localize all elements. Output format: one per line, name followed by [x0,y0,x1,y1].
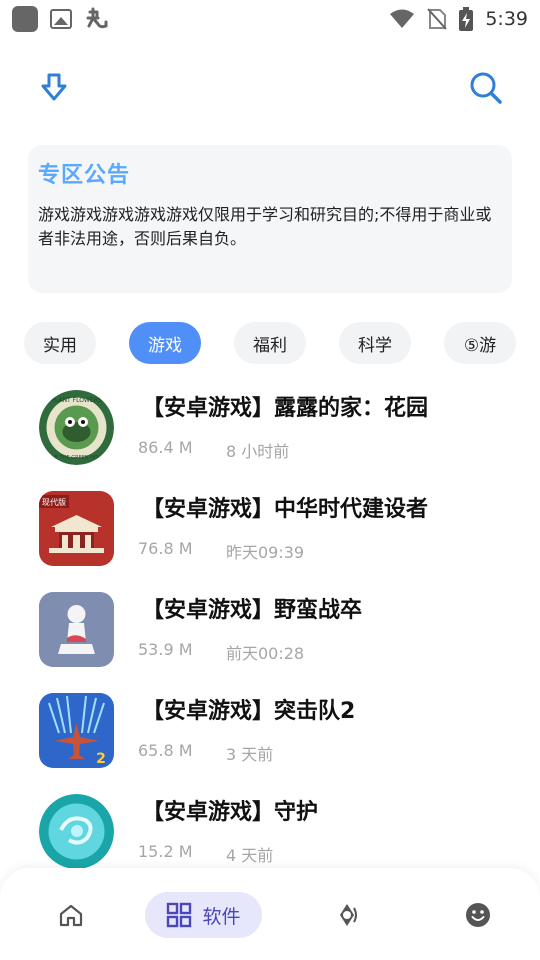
plant-flowers-icon: PLANT FLOWERS LOVE THE GREEN HOUSE [39,390,114,465]
fighter-plane-icon: 2 [39,693,114,768]
list-item[interactable]: 【安卓游戏】野蛮战卒 53.9 M 前天00:28 [0,582,540,683]
announcement-card: 专区公告 游戏游戏游戏游戏游戏仅限用于学习和研究目的;不得用于商业或者非法用途，… [28,145,512,293]
clock: 5:39 [485,8,528,30]
app-title: 【安卓游戏】突击队2 [142,699,356,724]
image-notification-icon [50,9,72,29]
category-tab-science[interactable]: 科学 [339,322,411,364]
smiley-icon [466,903,490,927]
app-time: 4 天前 [226,846,274,865]
svg-text:LOVE THE GREEN HOUSE: LOVE THE GREEN HOUSE [45,455,108,461]
nav-discover-button[interactable] [324,892,370,938]
app-title: 【安卓游戏】守护 [142,800,319,825]
app-title: 【安卓游戏】露露的家：花园 [142,396,429,421]
category-tab-games[interactable]: 游戏 [129,322,201,364]
svg-text:PLANT FLOWERS: PLANT FLOWERS [51,397,101,404]
svg-text:2: 2 [96,751,106,767]
app-size: 86.4 M [138,438,193,457]
app-size: 15.2 M [138,842,193,861]
no-sim-icon [427,8,448,30]
magic-orb-icon [39,794,114,869]
category-tabs: 实用 游戏 福利 科学 ⑤游 [24,322,516,364]
category-tab-fifth[interactable]: ⑤游 [444,322,516,364]
bug-notification-icon [86,7,108,29]
home-icon [59,904,83,927]
app-time: 前天00:28 [226,644,305,663]
list-item[interactable]: PLANT FLOWERS LOVE THE GREEN HOUSE 【安卓游戏… [0,380,540,481]
app-title: 【安卓游戏】中华时代建设者 [142,497,429,522]
svg-text:现代版: 现代版 [42,497,66,507]
app-notification-icon [12,6,38,32]
app-time: 昨天09:39 [226,543,305,562]
search-icon [470,72,502,104]
list-item[interactable]: 现代版 【安卓游戏】中华时代建设者 76.8 M 昨天09:39 [0,481,540,582]
nav-profile-button[interactable] [455,892,501,938]
bottom-navigation: 软件 [0,868,540,960]
grid-icon [167,902,192,928]
app-size: 76.8 M [138,539,193,558]
app-time: 3 天前 [226,745,274,764]
nav-software-label: 软件 [202,905,241,928]
app-time: 8 小时前 [226,442,290,461]
battery-charging-icon [459,7,474,31]
download-arrow-icon [41,73,67,101]
wifi-icon [390,9,415,28]
announcement-text: 游戏游戏游戏游戏游戏仅限用于学习和研究目的;不得用于商业或者非法用途，否则后果自… [38,205,492,248]
palace-icon: 现代版 [39,491,114,566]
status-bar: 5:39 [0,0,540,38]
app-size: 65.8 M [138,741,193,760]
nav-software-button[interactable]: 软件 [145,892,262,938]
announcement-title: 专区公告 [38,163,131,188]
download-button[interactable] [34,68,74,108]
search-button[interactable] [466,68,506,108]
category-tab-utility[interactable]: 实用 [24,322,96,364]
compass-icon [340,904,357,926]
list-item[interactable]: 2 【安卓游戏】突击队2 65.8 M 3 天前 [0,683,540,784]
app-title: 【安卓游戏】野蛮战卒 [142,598,363,623]
app-size: 53.9 M [138,640,193,659]
pawn-icon [39,592,114,667]
category-tab-welfare[interactable]: 福利 [234,322,306,364]
nav-home-button[interactable] [48,892,94,938]
